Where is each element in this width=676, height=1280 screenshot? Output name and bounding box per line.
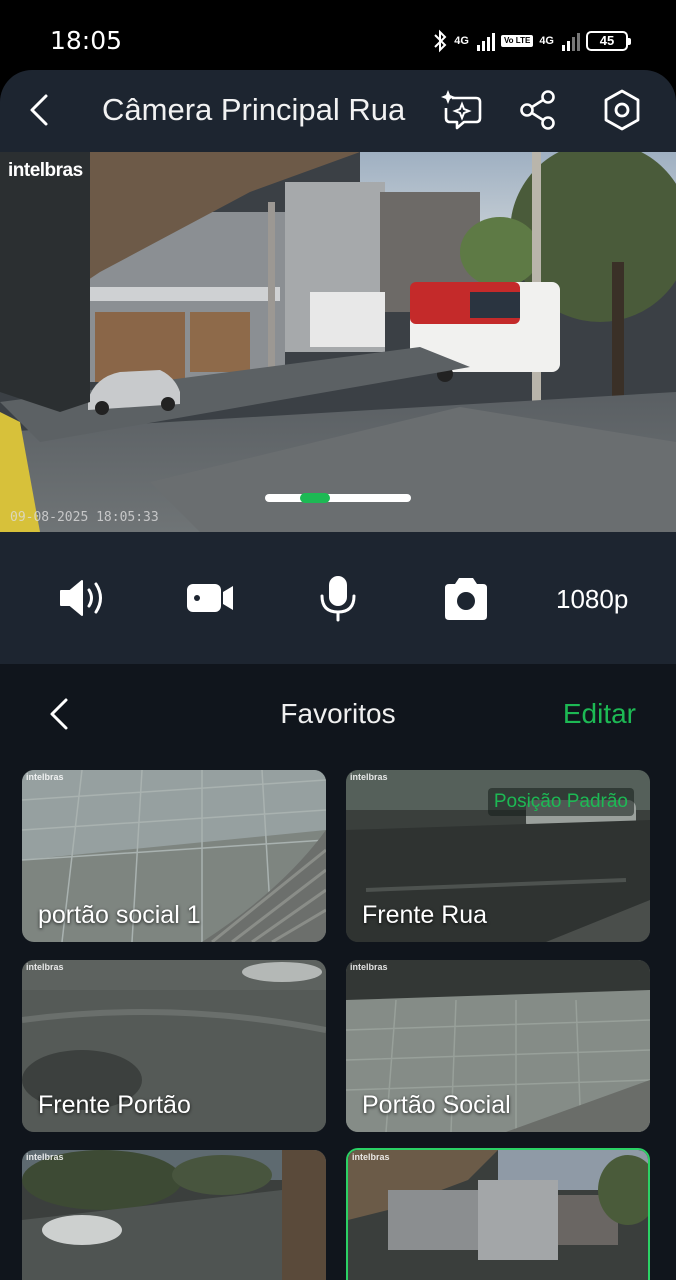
bluetooth-icon [434,29,447,53]
battery-indicator: 45 [586,31,631,51]
favorite-tile-frente-portao[interactable]: intelbras Frente Portão [22,960,326,1132]
playback-controls: 1080p [0,532,676,664]
street-scene-image [0,152,676,532]
signal-bars-2-icon [562,31,580,51]
camera-brand-overlay: intelbras [8,160,83,181]
tile-label: Frente Portão [38,1091,191,1119]
record-video-icon[interactable] [184,574,236,622]
page-title: Câmera Principal Rua [102,92,406,127]
tile-thumbnail [22,1150,326,1280]
status-time: 18:05 [50,26,123,55]
favorite-tile-frente-rua[interactable]: intelbras Posição Padrão Frente Rua [346,770,650,942]
video-timestamp: 09-08-2025 18:05:33 [10,510,159,525]
microphone-icon[interactable] [312,574,364,622]
tile-brand: intelbras [350,962,388,972]
status-bar: 18:05 4G Vo LTE 4G 45 [0,0,676,80]
ai-sparkle-message-icon[interactable] [438,86,486,134]
app-header: Câmera Principal Rua [0,70,676,152]
settings-hexagon-icon[interactable] [598,86,646,134]
resolution-selector[interactable]: 1080p [556,584,628,615]
favorite-tile-portao-social[interactable]: intelbras Portão Social [346,960,650,1132]
network-type-2: 4G [539,34,554,47]
tile-label: portão social 1 [38,901,201,929]
tile-label: Frente Rua [362,901,488,929]
tile-brand: intelbras [352,1152,390,1162]
back-icon[interactable] [22,88,58,132]
camera-snapshot-icon[interactable] [440,574,492,622]
pager-active-indicator [300,493,330,503]
speaker-icon[interactable] [56,574,108,622]
network-type-1: 4G [454,34,469,47]
tile-thumbnail [348,1150,648,1280]
favorite-tile-portao-social-1[interactable]: intelbras portão social 1 [22,770,326,942]
video-pager[interactable] [265,493,411,503]
live-video-feed[interactable] [0,152,676,532]
tile-brand: intelbras [26,962,64,972]
share-icon[interactable] [514,86,562,134]
signal-bars-1-icon [476,31,495,51]
tile-brand: intelbras [26,772,64,782]
favorite-tile-6-selected[interactable]: intelbras [346,1148,650,1280]
volte-badge: Vo LTE [500,35,534,47]
favorite-tile-5[interactable]: intelbras [22,1150,326,1280]
default-position-badge: Posição Padrão [487,788,634,816]
tile-brand: intelbras [350,772,388,782]
status-icons: 4G Vo LTE 4G 45 [432,26,631,56]
tile-brand: intelbras [26,1152,64,1162]
edit-favorites-button[interactable]: Editar [563,698,636,730]
tile-label: Portão Social [362,1091,511,1119]
